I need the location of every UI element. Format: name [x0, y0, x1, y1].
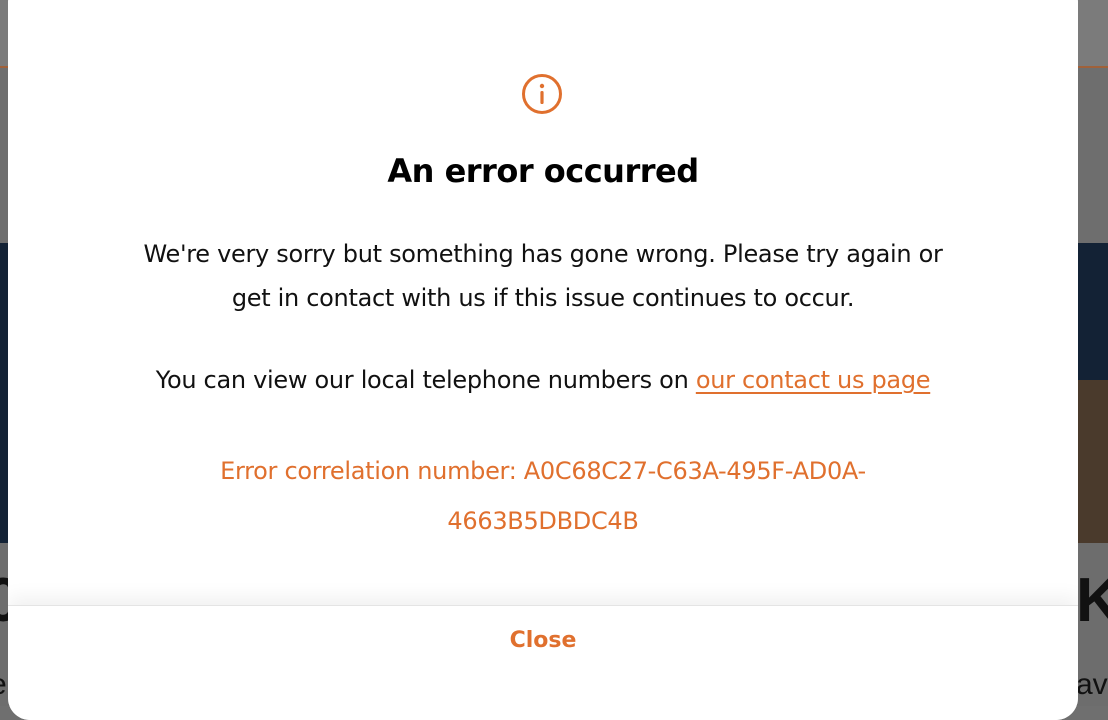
- background-text-fragment: e: [0, 668, 7, 702]
- dialog-footer: Close: [8, 605, 1078, 720]
- contact-info: You can view our local telephone numbers…: [8, 366, 1078, 394]
- contact-us-link[interactable]: our contact us page: [696, 366, 931, 394]
- error-message-line: We're very sorry but something has gone …: [143, 240, 943, 268]
- error-dialog: An error occurred We're very sorry but s…: [8, 0, 1078, 720]
- close-button[interactable]: Close: [493, 620, 593, 660]
- background-text-fragment: KA: [1076, 566, 1108, 635]
- background-text-fragment: av: [1076, 668, 1108, 701]
- error-correlation-number: Error correlation number: A0C68C27-C63A-…: [128, 446, 958, 546]
- correlation-line: 4663B5DBDC4B: [447, 507, 639, 535]
- error-message-line: get in contact with us if this issue con…: [231, 284, 855, 312]
- contact-info-text: You can view our local telephone numbers…: [155, 366, 696, 394]
- correlation-line: Error correlation number: A0C68C27-C63A-…: [220, 457, 866, 485]
- info-circle-icon: [522, 74, 562, 114]
- error-message: We're very sorry but something has gone …: [48, 232, 1038, 320]
- dialog-title: An error occurred: [387, 152, 699, 190]
